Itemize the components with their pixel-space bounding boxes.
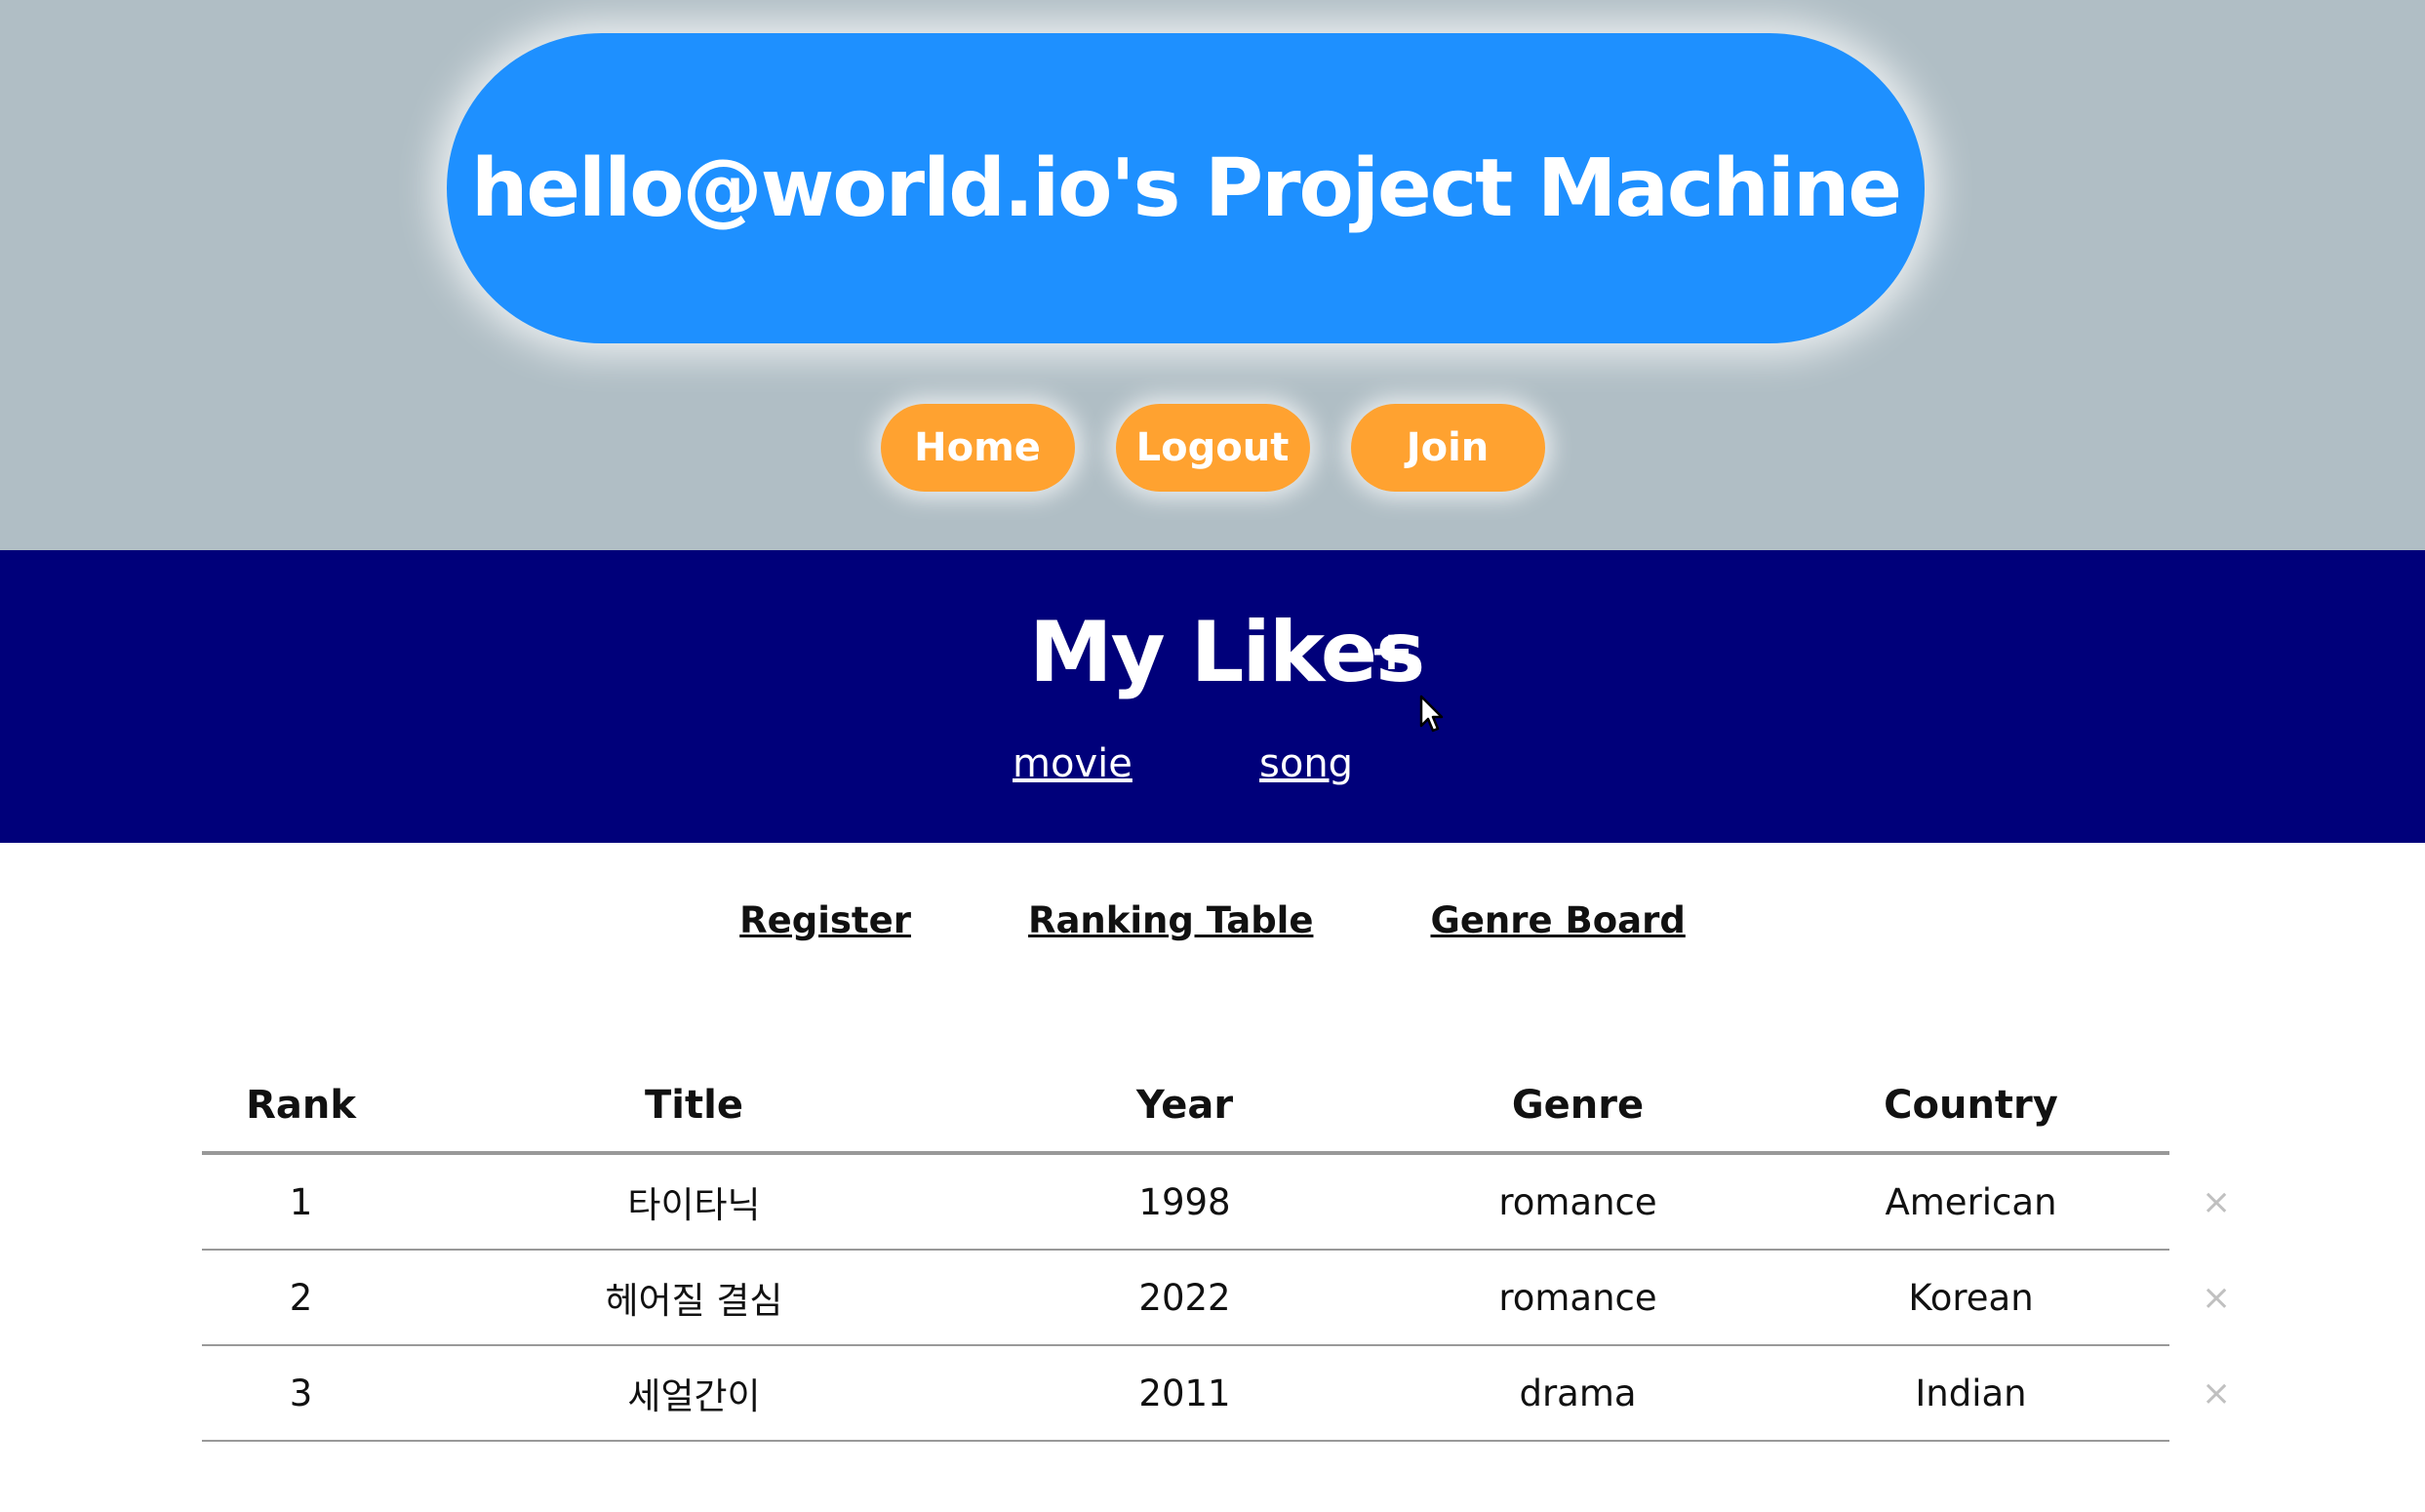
page-title: hello@world.io's Project Machine bbox=[447, 33, 1925, 343]
add-like-button[interactable]: + bbox=[1369, 619, 1414, 683]
country-cell: Korean bbox=[1908, 1276, 2034, 1319]
close-icon[interactable]: × bbox=[2202, 1278, 2231, 1318]
country-cell: Indian bbox=[1915, 1372, 2027, 1414]
table-row: 1 타이타닉 1998 romance American × bbox=[202, 1155, 2231, 1251]
mouse-pointer-icon bbox=[1419, 695, 1444, 733]
close-icon[interactable]: × bbox=[2202, 1373, 2231, 1413]
title-cell: 타이타닉 bbox=[627, 1184, 761, 1226]
register-link[interactable]: Register bbox=[739, 899, 911, 941]
rank-cell: 1 bbox=[289, 1180, 313, 1223]
genre-cell: romance bbox=[1498, 1180, 1657, 1223]
title-cell: 세얼간이 bbox=[627, 1375, 761, 1417]
likes-title: My Likes bbox=[1029, 604, 1425, 701]
join-button[interactable]: Join bbox=[1350, 404, 1545, 492]
table-row: 3 세얼간이 2011 drama Indian × bbox=[202, 1346, 2231, 1442]
nav-bar: Home Logout Join bbox=[0, 404, 2425, 492]
category-link-movie[interactable]: movie bbox=[1013, 741, 1133, 786]
table-header: Rank Title Year Genre Country bbox=[202, 1058, 2169, 1155]
year-cell: 1998 bbox=[1138, 1180, 1231, 1223]
sub-nav: Register Ranking Table Genre Board bbox=[0, 899, 2425, 941]
rank-cell: 3 bbox=[289, 1372, 313, 1414]
column-header-genre: Genre bbox=[1511, 1082, 1645, 1128]
header-band: hello@world.io's Project Machine Home Lo… bbox=[0, 0, 2425, 550]
category-link-song[interactable]: song bbox=[1259, 741, 1353, 786]
genre-cell: drama bbox=[1519, 1372, 1637, 1414]
year-cell: 2011 bbox=[1138, 1372, 1231, 1414]
ranking-table: Rank Title Year Genre Country 1 타이타닉 199… bbox=[202, 1058, 2231, 1442]
country-cell: American bbox=[1885, 1180, 2057, 1223]
column-header-year: Year bbox=[1135, 1082, 1234, 1128]
rank-cell: 2 bbox=[289, 1276, 313, 1319]
title-cell: 헤어질 결심 bbox=[605, 1280, 783, 1322]
column-header-country: Country bbox=[1884, 1082, 2058, 1128]
logout-button[interactable]: Logout bbox=[1115, 404, 1310, 492]
likes-section: My Likes + movie song bbox=[0, 550, 2425, 843]
close-icon[interactable]: × bbox=[2202, 1182, 2231, 1222]
column-header-title: Title bbox=[645, 1082, 743, 1128]
home-button[interactable]: Home bbox=[880, 404, 1075, 492]
genre-cell: romance bbox=[1498, 1276, 1657, 1319]
column-header-rank: Rank bbox=[246, 1082, 356, 1128]
genre-board-link[interactable]: Genre Board bbox=[1430, 899, 1685, 941]
table-row: 2 헤어질 결심 2022 romance Korean × bbox=[202, 1251, 2231, 1346]
year-cell: 2022 bbox=[1138, 1276, 1231, 1319]
ranking-table-link[interactable]: Ranking Table bbox=[1028, 899, 1314, 941]
